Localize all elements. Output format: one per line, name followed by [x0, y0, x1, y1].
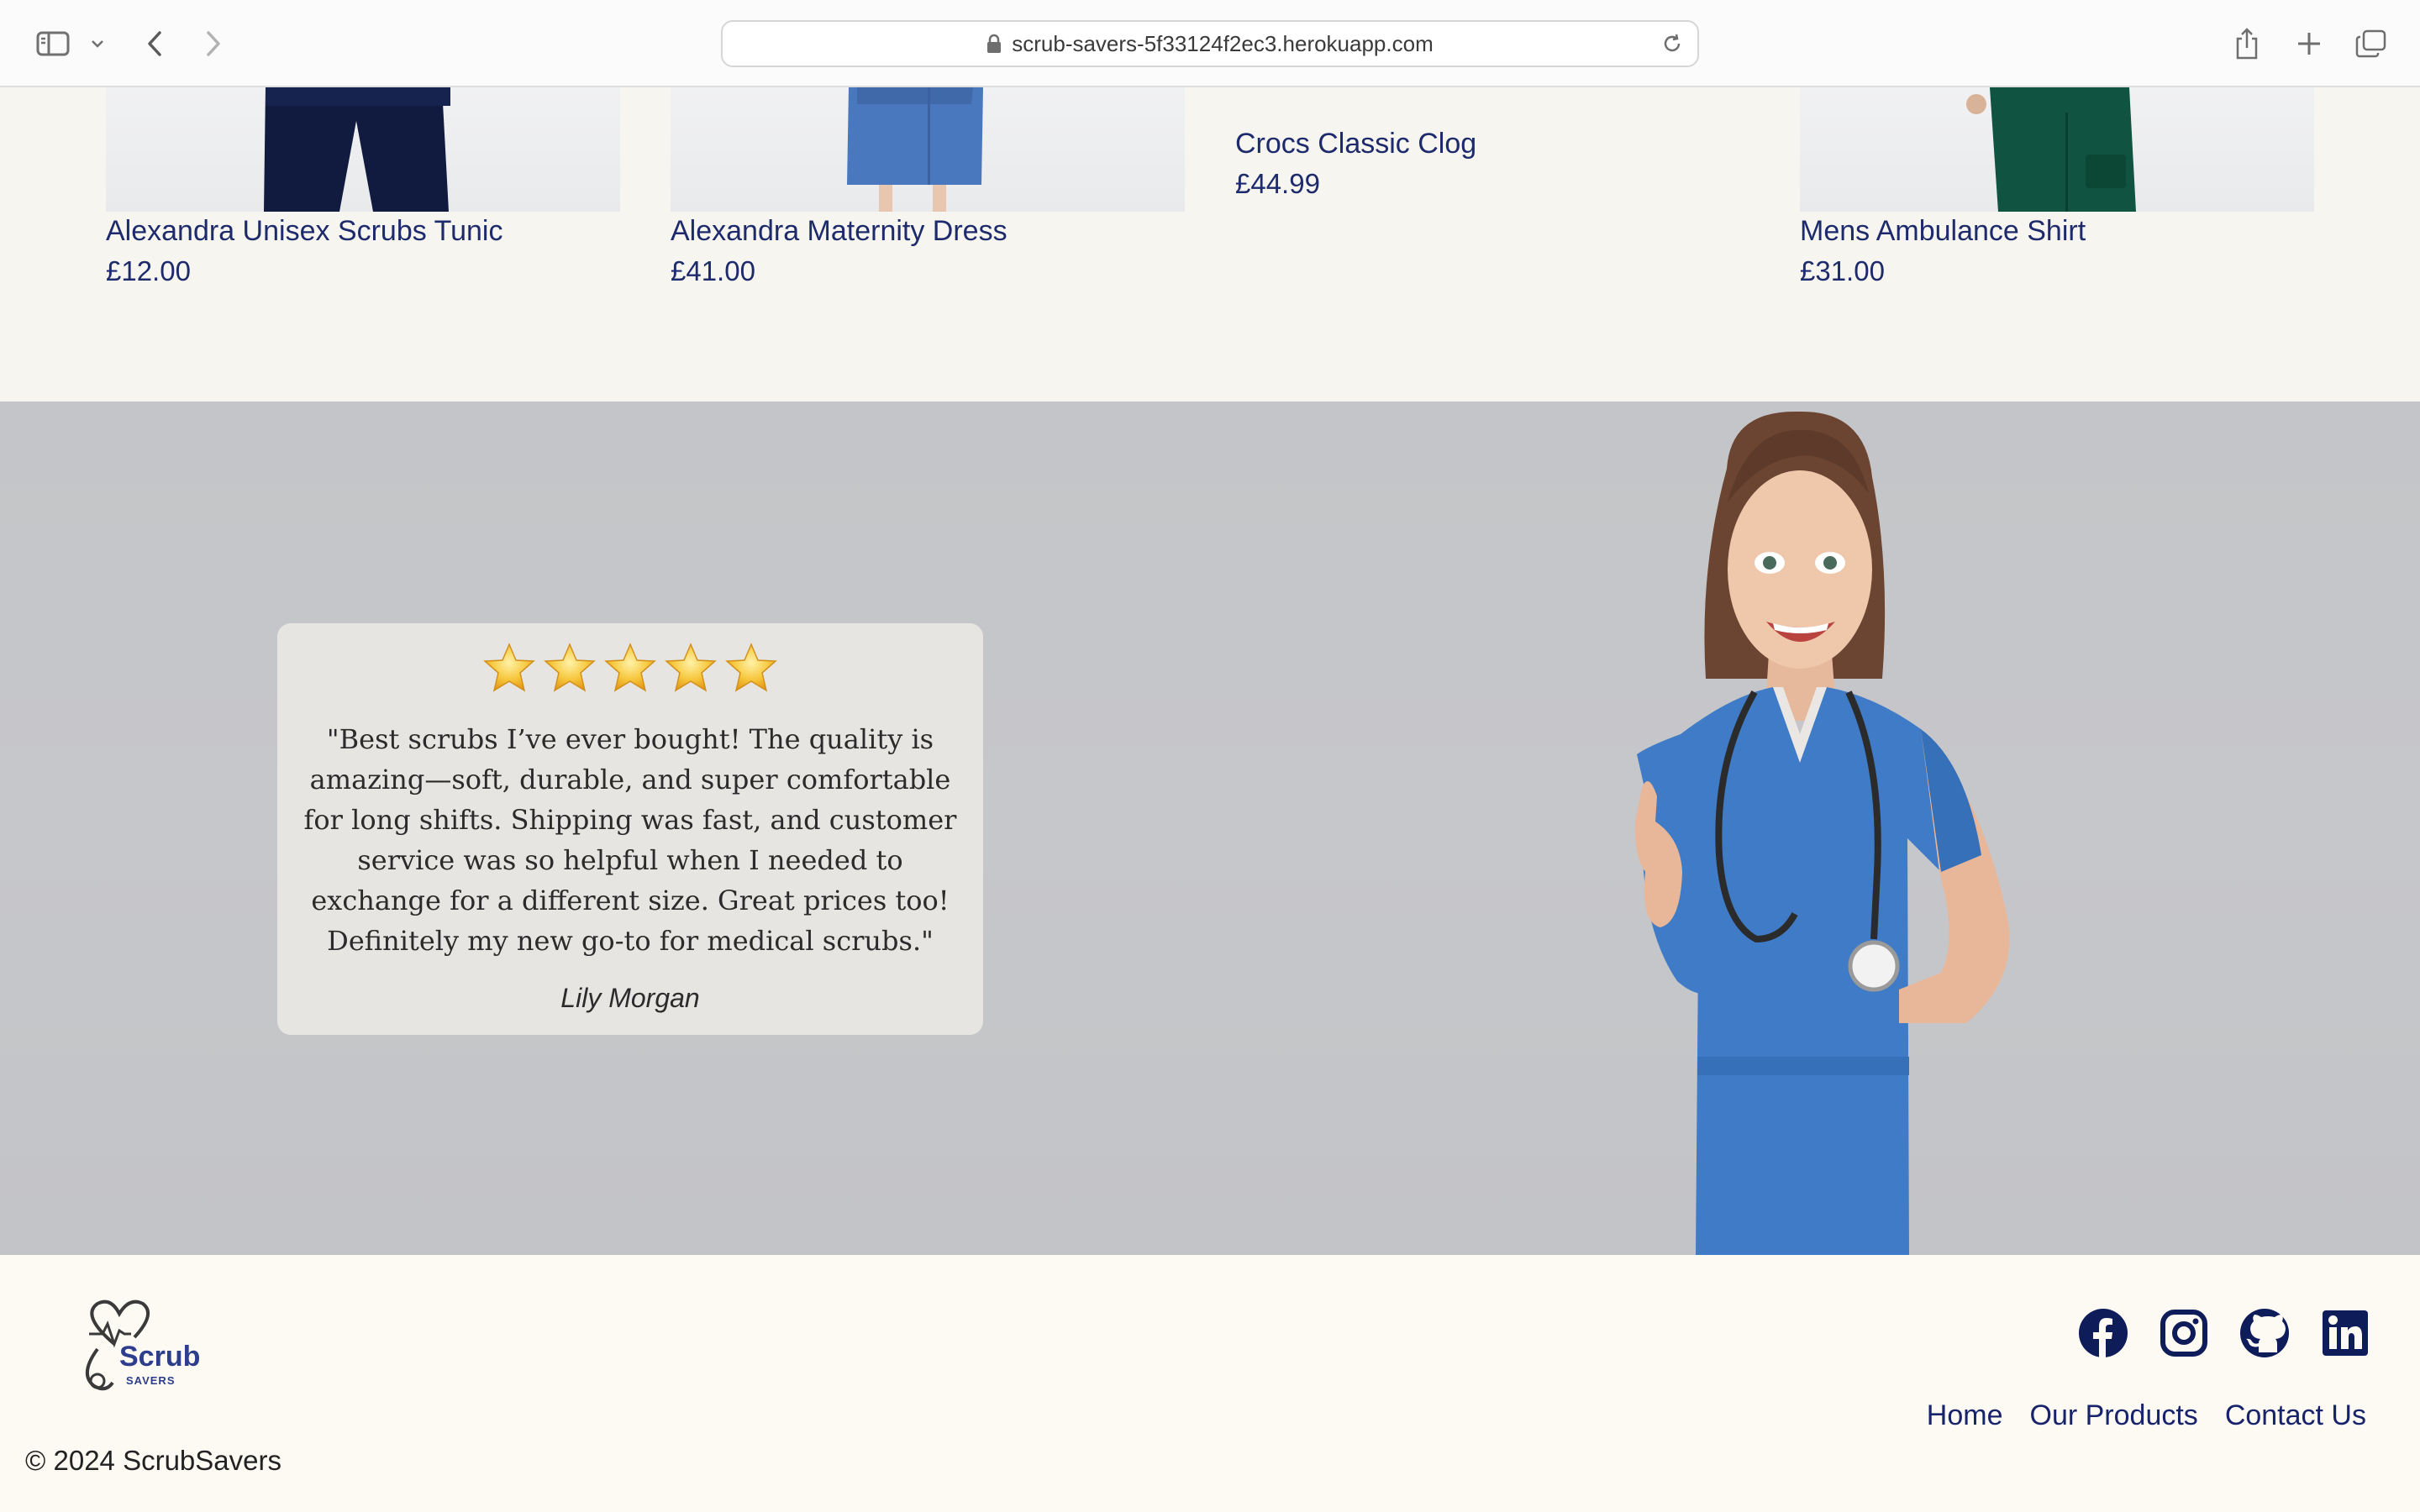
product-image[interactable]	[106, 87, 620, 212]
address-bar[interactable]: scrub-savers-5f33124f2ec3.herokuapp.com	[721, 20, 1699, 67]
logo-word: Scrub	[119, 1341, 201, 1373]
social-links	[2079, 1309, 2370, 1357]
reviewer-name: Lily Morgan	[560, 983, 700, 1013]
github-icon[interactable]	[2240, 1309, 2289, 1357]
footer-nav: Home Our Products Contact Us	[1927, 1399, 2366, 1432]
back-icon[interactable]	[139, 22, 170, 66]
logo-subtitle: SAVERS	[126, 1374, 176, 1387]
product-name[interactable]: Alexandra Maternity Dress	[671, 215, 1007, 248]
nurse-image	[1634, 411, 2010, 1255]
star-rating	[277, 642, 983, 694]
product-image[interactable]	[1800, 87, 2314, 212]
star-icon	[483, 643, 535, 692]
sidebar-icon[interactable]	[32, 22, 74, 66]
browser-toolbar: scrub-savers-5f33124f2ec3.herokuapp.com	[0, 0, 2420, 87]
lock-icon	[986, 34, 1002, 54]
chevron-down-icon[interactable]	[87, 22, 108, 66]
scrubsavers-logo[interactable]: Scrub SAVERS	[72, 1299, 207, 1396]
product-grid: Alexandra Unisex Scrubs Tunic £12.00 Ale…	[0, 87, 2420, 402]
forward-icon[interactable]	[198, 22, 229, 66]
product-price: £44.99	[1235, 168, 1320, 199]
product-name[interactable]: Mens Ambulance Shirt	[1800, 215, 2086, 248]
review-quote: "Best scrubs I’ve ever bought! The quali…	[303, 723, 957, 957]
product-price: £12.00	[106, 255, 191, 286]
testimonial-section: "Best scrubs I’ve ever bought! The quali…	[0, 402, 2420, 1255]
share-icon[interactable]	[2230, 22, 2264, 66]
reload-icon[interactable]	[1660, 32, 1684, 55]
facebook-icon[interactable]	[2079, 1309, 2128, 1357]
star-icon	[604, 643, 656, 692]
product-price: £31.00	[1800, 255, 1885, 286]
footer-link-home[interactable]: Home	[1927, 1399, 2003, 1432]
footer-link-contact[interactable]: Contact Us	[2225, 1399, 2366, 1432]
product-name[interactable]: Crocs Classic Clog	[1235, 128, 1476, 160]
star-icon	[544, 643, 596, 692]
product-name[interactable]: Alexandra Unisex Scrubs Tunic	[106, 215, 502, 248]
tabs-icon[interactable]	[2353, 22, 2390, 66]
footer-link-products[interactable]: Our Products	[2030, 1399, 2198, 1432]
plus-icon[interactable]	[2292, 22, 2326, 66]
linkedin-icon[interactable]	[2321, 1309, 2370, 1357]
product-image[interactable]	[671, 87, 1185, 212]
site-footer: Scrub SAVERS Home Our Products Contact U…	[0, 1255, 2420, 1512]
star-icon	[725, 643, 777, 692]
copyright-text: © 2024 ScrubSavers	[25, 1445, 281, 1476]
product-price: £41.00	[671, 255, 755, 286]
review-card: "Best scrubs I’ve ever bought! The quali…	[277, 623, 983, 1035]
instagram-icon[interactable]	[2160, 1309, 2208, 1357]
star-icon	[665, 643, 717, 692]
url-text: scrub-savers-5f33124f2ec3.herokuapp.com	[1012, 30, 1434, 56]
